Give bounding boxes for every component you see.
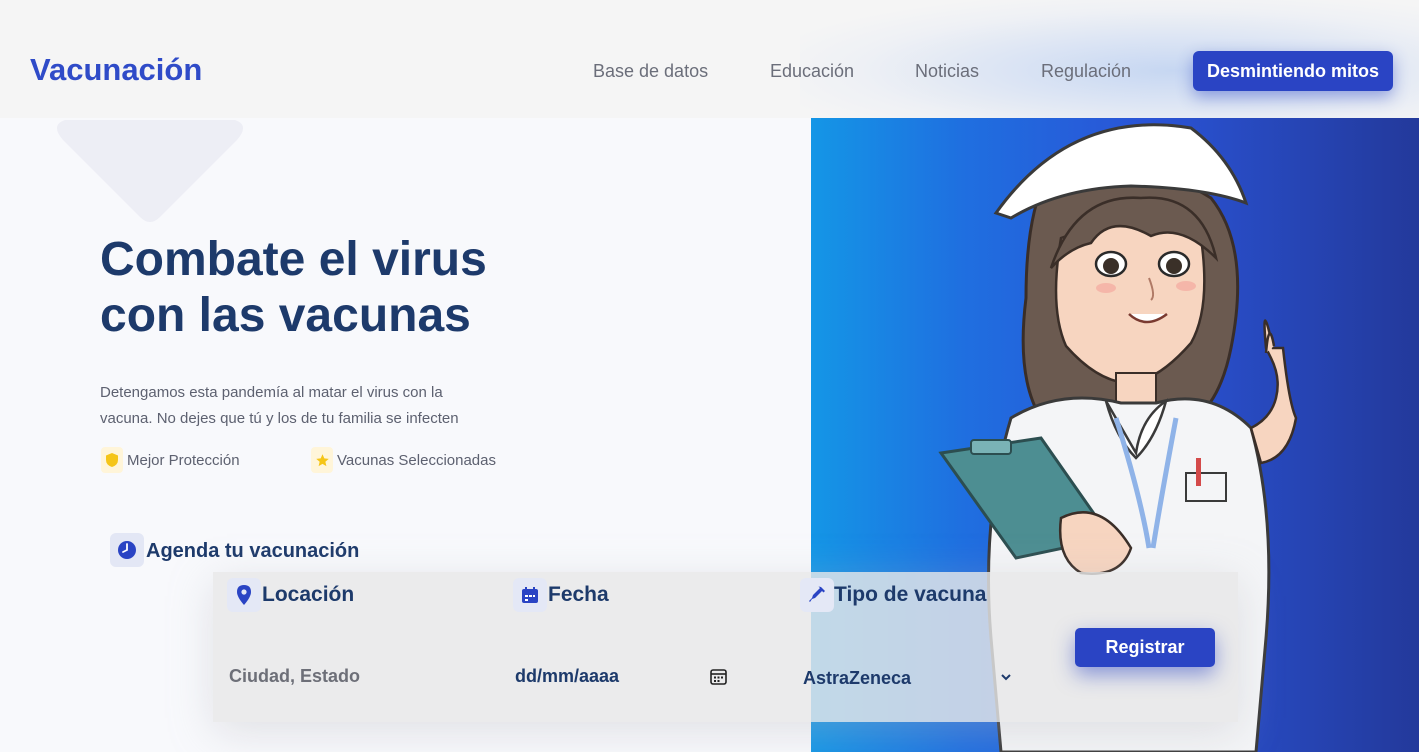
date-picker-icon[interactable] [710,668,727,690]
clock-icon [110,533,144,567]
location-input[interactable]: Ciudad, Estado [229,666,360,687]
date-input[interactable]: dd/mm/aaaa [515,666,619,687]
date-label: Fecha [548,583,609,606]
hero-title-line1: Combate el virus [100,233,487,286]
shield-icon [101,447,123,473]
location-label: Locación [262,583,355,606]
location-pin-icon [227,578,261,612]
nav-noticias[interactable]: Noticias [915,61,979,82]
hero-description-line2: vacuna. No dejes que tú y los de tu fami… [100,410,459,427]
star-icon [311,447,333,473]
register-button[interactable]: Registrar [1075,628,1215,667]
schedule-title: Agenda tu vacunación [146,540,360,562]
feature-protection: Mejor Protección [101,447,240,473]
nav-regulacion[interactable]: Regulación [1041,61,1131,82]
feature-selected-vaccines: Vacunas Seleccionadas [311,447,496,473]
hero-description: Detengamos esta pandemía al matar el vir… [100,380,520,432]
calendar-icon [513,578,547,612]
hero-description-line1: Detengamos esta pandemía al matar el vir… [100,384,443,401]
chevron-down-icon[interactable] [999,670,1013,689]
vaccine-type-label: Tipo de vacuna [834,583,987,606]
myths-button[interactable]: Desmintiendo mitos [1193,51,1393,91]
feature-protection-label: Mejor Protección [127,451,240,469]
syringe-icon [800,578,834,612]
nav-educacion[interactable]: Educación [770,61,854,82]
nav-base-de-datos[interactable]: Base de datos [593,61,708,82]
vaccine-type-select[interactable]: AstraZeneca [803,668,911,689]
brand-logo-text[interactable]: Vacunación [30,52,202,88]
feature-selected-vaccines-label: Vacunas Seleccionadas [337,451,496,469]
hero-title-line2: con las vacunas [100,289,471,342]
hero-title: Combate el virus con las vacunas [100,232,620,344]
